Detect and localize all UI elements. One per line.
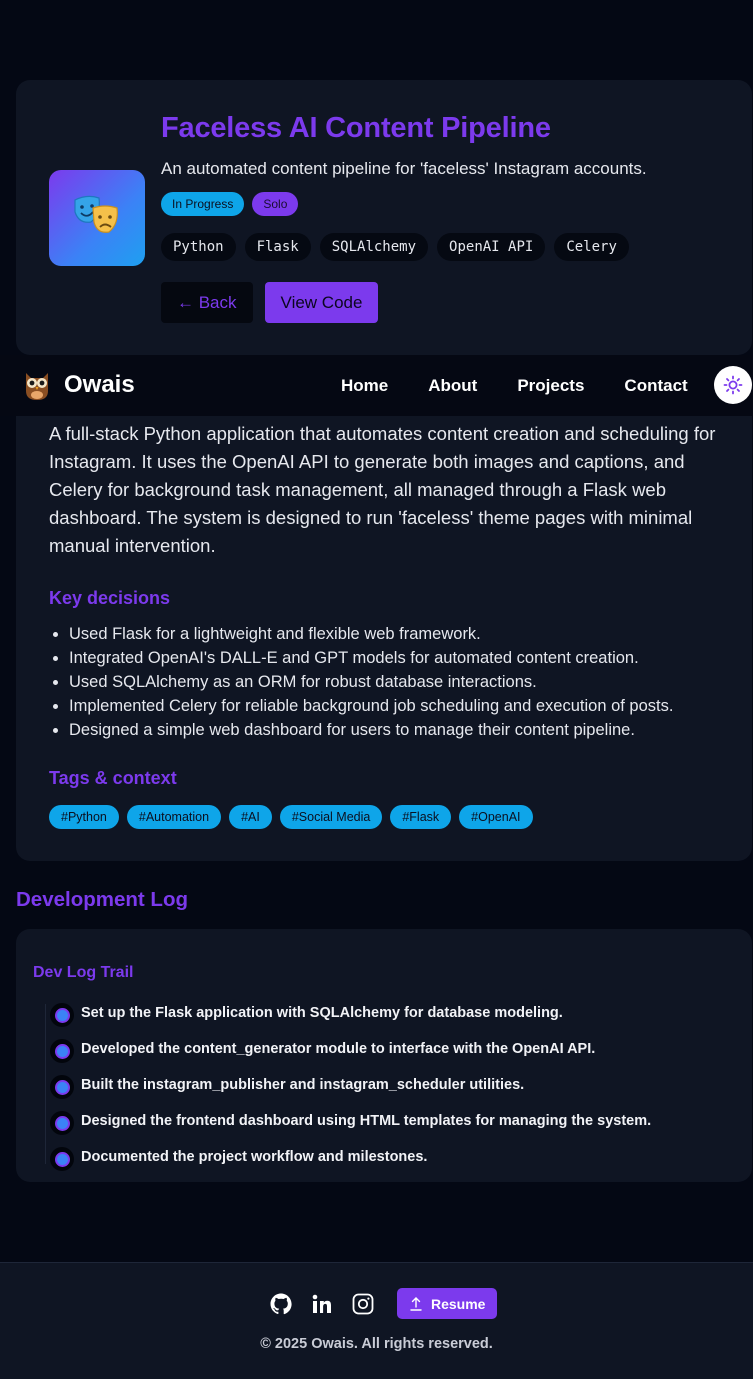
github-icon[interactable] bbox=[269, 1292, 293, 1316]
tags-heading: Tags & context bbox=[49, 768, 177, 788]
resume-button[interactable]: Resume bbox=[397, 1288, 498, 1319]
project-description: A full-stack Python application that aut… bbox=[49, 423, 716, 556]
timeline-dot bbox=[50, 1147, 74, 1171]
nav-link-home[interactable]: Home bbox=[341, 376, 388, 396]
navbar: Owais Home About Projects Contact bbox=[0, 355, 753, 416]
key-decisions-heading: Key decisions bbox=[49, 588, 171, 608]
project-title: Faceless AI Content Pipeline bbox=[161, 112, 551, 144]
theater-masks-icon bbox=[49, 170, 145, 266]
timeline-dot bbox=[50, 1075, 74, 1099]
status-badge: In Progress bbox=[161, 192, 245, 216]
list-item: Used Flask for a lightweight and flexibl… bbox=[49, 622, 673, 646]
stack-chip: Celery bbox=[554, 233, 629, 261]
list-item: Integrated OpenAI's DALL-E and GPT model… bbox=[49, 646, 673, 670]
instagram-icon[interactable] bbox=[351, 1292, 375, 1316]
timeline-line bbox=[45, 1004, 46, 1164]
upload-icon bbox=[410, 1296, 422, 1311]
linkedin-icon[interactable] bbox=[310, 1292, 334, 1316]
nav-link-about[interactable]: About bbox=[428, 376, 477, 396]
tag-chip: #AI bbox=[229, 805, 272, 829]
stack-chip: Flask bbox=[244, 233, 311, 261]
tag-chip: #Social Media bbox=[279, 805, 383, 829]
sun-icon bbox=[723, 375, 743, 395]
status-badges: In Progress Solo bbox=[161, 192, 299, 216]
nav-links: Home About Projects Contact bbox=[341, 376, 688, 396]
project-subtitle: An automated content pipeline for 'facel… bbox=[161, 159, 647, 178]
timeline-item: Designed the frontend dashboard using HT… bbox=[50, 1109, 651, 1145]
timeline-text: Built the instagram_publisher and instag… bbox=[81, 1077, 525, 1093]
timeline-dot bbox=[50, 1003, 74, 1027]
devlog-heading: Development Log bbox=[16, 888, 188, 911]
timeline-text: Set up the Flask application with SQLAlc… bbox=[81, 1005, 563, 1021]
devlog-trail: Set up the Flask application with SQLAlc… bbox=[50, 1001, 651, 1181]
hero-actions: ← Back View Code bbox=[161, 282, 379, 323]
team-badge: Solo bbox=[252, 192, 299, 216]
tags-list: #Python #Automation #AI #Social Media #F… bbox=[49, 805, 533, 829]
devlog-card: Dev Log Trail Set up the Flask applicati… bbox=[16, 929, 752, 1182]
nav-link-projects[interactable]: Projects bbox=[517, 376, 584, 396]
project-hero-card: Faceless AI Content Pipeline An automate… bbox=[16, 80, 752, 355]
theme-toggle-button[interactable] bbox=[714, 366, 752, 404]
back-button[interactable]: ← Back bbox=[161, 282, 253, 323]
timeline-text: Developed the content_generator module t… bbox=[81, 1041, 596, 1057]
resume-label: Resume bbox=[431, 1295, 486, 1312]
timeline-item: Documented the project workflow and mile… bbox=[50, 1145, 651, 1181]
stack-chip: Python bbox=[161, 233, 236, 261]
key-decisions-list: Used Flask for a lightweight and flexibl… bbox=[49, 622, 673, 742]
stack-chip: SQLAlchemy bbox=[319, 233, 429, 261]
copyright-text: © 2025 Owais. All rights reserved. bbox=[260, 1336, 493, 1352]
nav-link-contact[interactable]: Contact bbox=[624, 376, 687, 396]
timeline-item: Built the instagram_publisher and instag… bbox=[50, 1073, 651, 1109]
project-details-card: A full-stack Python application that aut… bbox=[16, 400, 752, 861]
timeline-dot bbox=[50, 1039, 74, 1063]
footer: Resume © 2025 Owais. All rights reserved… bbox=[0, 1262, 753, 1379]
timeline-dot bbox=[50, 1111, 74, 1135]
timeline-item: Developed the content_generator module t… bbox=[50, 1037, 651, 1073]
view-code-button[interactable]: View Code bbox=[264, 282, 379, 323]
tag-chip: #Flask bbox=[390, 805, 452, 829]
timeline-item: Set up the Flask application with SQLAlc… bbox=[50, 1001, 651, 1037]
social-links bbox=[269, 1292, 375, 1316]
list-item: Used SQLAlchemy as an ORM for robust dat… bbox=[49, 670, 673, 694]
devlog-trail-heading: Dev Log Trail bbox=[33, 964, 134, 981]
stack-chip: OpenAI API bbox=[437, 233, 546, 261]
list-item: Implemented Celery for reliable backgrou… bbox=[49, 694, 673, 718]
tag-chip: #Python bbox=[49, 805, 119, 829]
tag-chip: #OpenAI bbox=[459, 805, 533, 829]
owl-icon[interactable] bbox=[22, 369, 52, 401]
brand-name[interactable]: Owais bbox=[64, 371, 135, 399]
timeline-text: Designed the frontend dashboard using HT… bbox=[81, 1113, 652, 1129]
tech-stack: Python Flask SQLAlchemy OpenAI API Celer… bbox=[161, 233, 629, 261]
list-item: Designed a simple web dashboard for user… bbox=[49, 718, 673, 742]
timeline-text: Documented the project workflow and mile… bbox=[81, 1149, 428, 1165]
tag-chip: #Automation bbox=[126, 805, 222, 829]
